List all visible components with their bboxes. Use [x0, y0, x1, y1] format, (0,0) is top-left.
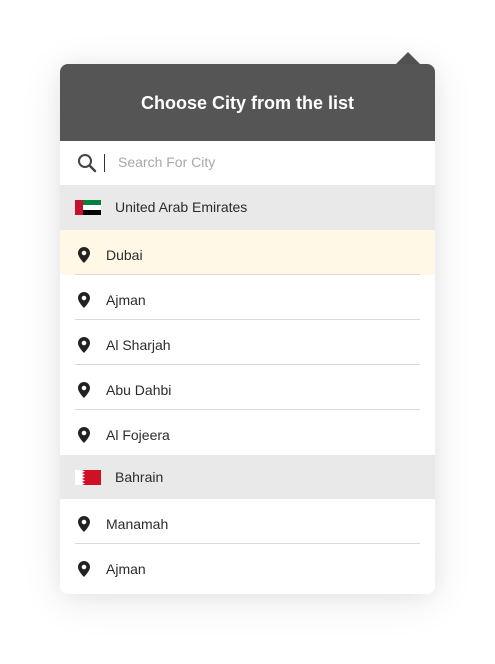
search-icon [77, 153, 97, 178]
country-name: Bahrain [115, 469, 164, 485]
country-header-bahrain: Bahrain [60, 455, 435, 499]
bahrain-flag-icon [75, 470, 101, 490]
location-pin-icon [78, 337, 90, 358]
location-pin-icon [78, 561, 90, 582]
list-item-city[interactable]: Al Fojeera [60, 410, 435, 455]
city-name: Al Sharjah [106, 337, 171, 353]
city-name: Al Fojeera [106, 427, 170, 443]
location-pin-icon [78, 382, 90, 403]
list-item-city[interactable]: Manamah [60, 499, 435, 544]
list-item-city[interactable]: Al Sharjah [60, 320, 435, 365]
location-pin-icon [78, 516, 90, 537]
city-name: Ajman [106, 292, 146, 308]
list-item-city[interactable]: Ajman [60, 544, 435, 589]
uae-flag-icon [75, 200, 101, 220]
search-bar [60, 141, 435, 185]
list-item-city[interactable]: Dubai [60, 230, 435, 275]
list-item-city[interactable]: Ajman [60, 275, 435, 320]
city-name: Abu Dahbi [106, 382, 172, 398]
city-name: Manamah [106, 516, 169, 532]
country-name: United Arab Emirates [115, 199, 248, 215]
location-pin-icon [78, 427, 90, 448]
picker-header: Choose City from the list [60, 64, 435, 141]
city-name: Ajman [106, 561, 146, 577]
picker-title: Choose City from the list [140, 93, 355, 113]
location-pin-icon [78, 292, 90, 313]
city-name: Dubai [106, 247, 143, 263]
city-picker-panel: Choose City from the list United Arab Em… [60, 64, 435, 594]
text-cursor [104, 154, 105, 172]
country-header-uae: United Arab Emirates [60, 185, 435, 230]
popover-caret [396, 52, 420, 64]
list-item-city[interactable]: Abu Dahbi [60, 365, 435, 410]
search-input[interactable] [112, 149, 424, 175]
location-pin-icon [78, 247, 90, 268]
city-list: United Arab Emirates Dubai Ajman Al Shar… [60, 185, 435, 589]
